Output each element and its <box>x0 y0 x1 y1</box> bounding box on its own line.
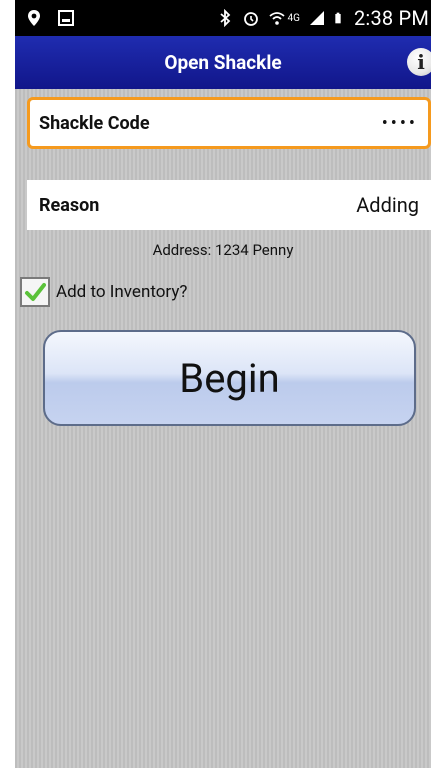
title-bar: Open Shackle i <box>15 36 431 89</box>
wifi-icon <box>268 12 285 25</box>
begin-button[interactable]: Begin <box>43 330 416 426</box>
reason-value[interactable]: Adding <box>356 193 419 217</box>
alarm-icon <box>243 12 258 26</box>
add-to-inventory-label: Add to Inventory? <box>56 282 188 302</box>
location-icon <box>28 10 40 26</box>
address-text: Address: 1234 Penny <box>152 241 294 259</box>
network-type: 4G <box>287 12 300 24</box>
add-to-inventory-row[interactable]: Add to Inventory? <box>20 277 187 307</box>
status-bar: 4G 2:38 PM <box>15 0 431 36</box>
add-to-inventory-checkbox[interactable] <box>20 277 50 307</box>
app-screen: 4G 2:38 PM Open Shackle i Shackle Code •… <box>15 0 431 768</box>
clock: 2:38 PM <box>353 6 429 30</box>
reason-field[interactable]: Reason Adding <box>27 180 431 230</box>
signal-icon <box>309 11 324 25</box>
check-icon <box>25 283 46 301</box>
page-title: Open Shackle <box>164 51 282 74</box>
shackle-code-field[interactable]: Shackle Code •••• <box>27 97 431 149</box>
reason-label: Reason <box>39 194 100 216</box>
battery-icon <box>335 12 341 24</box>
shackle-code-value[interactable]: •••• <box>382 113 418 134</box>
image-icon <box>58 10 74 26</box>
bluetooth-icon <box>219 9 230 27</box>
info-icon[interactable]: i <box>407 48 431 76</box>
shackle-code-label: Shackle Code <box>39 112 150 134</box>
